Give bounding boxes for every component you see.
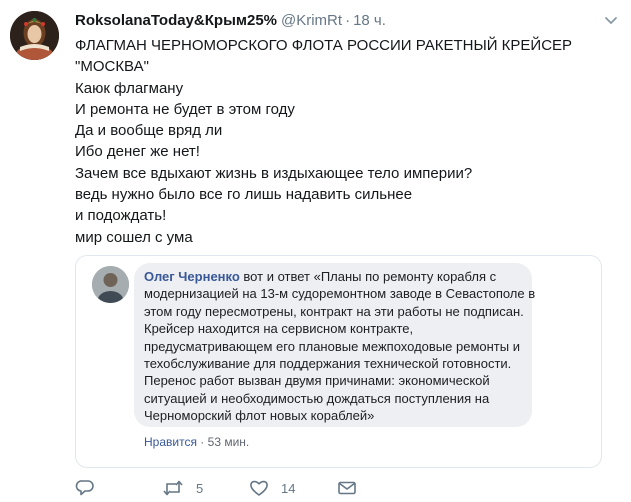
reply-button[interactable] bbox=[75, 478, 95, 498]
tweet-line: И ремонта не будет в этом году bbox=[75, 100, 295, 118]
commenter-avatar bbox=[92, 266, 129, 303]
reply-icon bbox=[75, 479, 95, 497]
comment-line: предусматривающем его плановые межпоходо… bbox=[144, 338, 520, 354]
tweet-line: "МОСКВА" bbox=[75, 58, 149, 76]
tweet-line: Каюк флагману bbox=[75, 79, 184, 97]
like-button[interactable]: 14 bbox=[249, 478, 295, 498]
tweet-timestamp[interactable]: 18 ч. bbox=[353, 12, 386, 29]
retweet-count: 5 bbox=[196, 480, 204, 496]
comment-meta: Нравится · 53 мин. bbox=[144, 435, 249, 449]
tweet-line: мир сошел с ума bbox=[75, 228, 193, 246]
tweet-line: Да и вообще вряд ли bbox=[75, 122, 223, 140]
tweet-header: RoksolanaToday&Крым25% @KrimRt · 18 ч. bbox=[75, 12, 386, 30]
retweet-button[interactable]: 5 bbox=[162, 478, 203, 498]
separator-dot: · bbox=[345, 12, 351, 29]
tweet-line: ФЛАГМАН ЧЕРНОМОРСКОГО ФЛОТА РОССИИ РАКЕТ… bbox=[75, 37, 573, 54]
tweet-line: Зачем все вдыхают жизнь в издыхающее тел… bbox=[75, 164, 473, 182]
envelope-icon bbox=[337, 480, 357, 496]
embedded-comment-image[interactable]: Олег Черненко вот и ответ «Планы по ремо… bbox=[75, 255, 602, 468]
comment-time: 53 мин. bbox=[207, 435, 250, 449]
comment-line: модернизацией на 13-м судоремонтном заво… bbox=[144, 286, 536, 302]
author-handle[interactable]: @KrimRt bbox=[281, 12, 342, 29]
author-avatar[interactable] bbox=[10, 11, 59, 60]
comment-like-label: Нравится bbox=[144, 435, 197, 449]
separator-dot: · bbox=[200, 435, 205, 449]
comment-line: техобслуживание для поддержания техничес… bbox=[144, 356, 512, 372]
comment-line: Перенос работ вызван двумя причинами: эк… bbox=[144, 373, 490, 389]
comment-bubble: Олег Черненко вот и ответ «Планы по ремо… bbox=[134, 263, 536, 427]
tweet-text: ФЛАГМАН ЧЕРНОМОРСКОГО ФЛОТА РОССИИ РАКЕТ… bbox=[75, 35, 595, 248]
tweet-line: ведь нужно было все го лишь надавить сил… bbox=[75, 186, 413, 204]
comment-line: вот и ответ «Планы по ремонту корабля с bbox=[239, 269, 497, 284]
comment-line: ситуацией и необходимостью дождаться пос… bbox=[144, 390, 490, 406]
tweet-line: Ибо денег же нет! bbox=[75, 143, 200, 161]
tweet-actions: 5 14 bbox=[75, 478, 405, 498]
tweet-line: и подождать! bbox=[75, 207, 167, 225]
comment-line: Крейсер находится на сервисном контракте… bbox=[144, 321, 414, 337]
commenter-name: Олег Черненко bbox=[144, 269, 240, 284]
comment-line: Черноморский флот новых кораблей» bbox=[144, 408, 375, 424]
heart-icon bbox=[249, 479, 269, 497]
comment-line: этом году пересмотрены, контракт на эти … bbox=[144, 303, 524, 319]
retweet-icon bbox=[162, 479, 184, 497]
chevron-down-icon[interactable] bbox=[603, 12, 619, 28]
author-name[interactable]: RoksolanaToday&Крым25% bbox=[75, 12, 277, 29]
direct-message-button[interactable] bbox=[337, 478, 357, 498]
like-count: 14 bbox=[281, 480, 296, 496]
